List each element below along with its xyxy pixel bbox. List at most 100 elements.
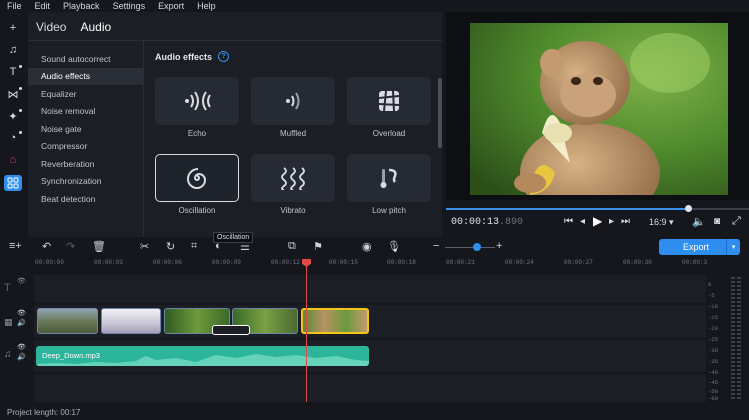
meter-tick: -30: [708, 347, 718, 354]
next-frame-icon[interactable]: ▸: [609, 216, 614, 227]
skip-end-icon[interactable]: ⏭: [621, 216, 630, 227]
effects-panel: Video Audio Sound autocorrect Audio effe…: [28, 12, 442, 237]
effects-header-label: Audio effects: [155, 51, 213, 62]
playback-progress-fill: [446, 208, 689, 210]
category-reverberation[interactable]: Reverberation: [28, 155, 143, 173]
effect-vibrato-label: Vibrato: [280, 206, 306, 215]
meter-tick: -25: [708, 336, 718, 343]
low-pitch-icon: [380, 168, 397, 188]
timecode-main: 00:00:13: [451, 217, 500, 228]
redo-icon[interactable]: ↷: [66, 240, 75, 253]
ruler-tick: 00:00:03: [94, 259, 123, 266]
menu-help[interactable]: Help: [197, 1, 216, 11]
effect-overload[interactable]: [347, 77, 431, 125]
titles-icon[interactable]: T: [3, 64, 23, 80]
category-beat-detection[interactable]: Beat detection: [28, 190, 143, 208]
aspect-ratio-select[interactable]: 16:9 ▾: [649, 217, 674, 228]
snapshot-icon[interactable]: ◙: [714, 216, 720, 227]
timeline-ruler[interactable]: 00:00:00 00:00:03 00:00:06 00:00:09 00:0…: [34, 257, 714, 271]
meter-tick: -60: [708, 395, 718, 402]
delete-icon[interactable]: 🗑: [92, 240, 106, 253]
text-track[interactable]: [34, 275, 706, 303]
playback-progress-bar[interactable]: [446, 205, 749, 212]
project-length: Project length: 00:17: [7, 408, 81, 417]
category-equalizer[interactable]: Equalizer: [28, 85, 143, 103]
effect-low-pitch-label: Low pitch: [372, 206, 406, 215]
export-button[interactable]: Export ▾: [659, 239, 740, 255]
effect-oscillation[interactable]: [155, 154, 239, 202]
empty-track[interactable]: [34, 374, 706, 402]
menu-settings[interactable]: Settings: [113, 1, 146, 11]
menu-edit[interactable]: Edit: [35, 1, 51, 11]
video-clip-selected[interactable]: [301, 308, 369, 334]
transitions-icon[interactable]: ⋈: [3, 86, 23, 102]
video-visibility-icon[interactable]: 👁: [17, 309, 26, 317]
help-icon[interactable]: ?: [218, 51, 230, 62]
volume-icon[interactable]: 🔈: [692, 215, 706, 228]
record-voice-icon[interactable]: ◉: [362, 240, 372, 253]
video-mute-icon[interactable]: 🔊: [17, 319, 26, 327]
magic-wand-icon[interactable]: ✦: [3, 108, 23, 124]
meter-tick: -40: [708, 369, 718, 376]
tab-video[interactable]: Video: [36, 20, 66, 34]
play-icon[interactable]: ▶: [593, 214, 602, 228]
export-dropdown-icon[interactable]: ▾: [726, 239, 740, 255]
tab-audio[interactable]: Audio: [80, 20, 111, 34]
transition-marker[interactable]: [212, 325, 250, 335]
cut-icon[interactable]: ✂: [140, 240, 149, 253]
status-bar: Project length: 00:17: [0, 405, 749, 420]
aspect-ratio-value: 16:9: [649, 217, 667, 227]
microphone-icon[interactable]: 🎙: [387, 240, 401, 253]
rotate-icon[interactable]: ↻: [166, 240, 175, 253]
meter-tick: -35: [708, 358, 718, 365]
add-track-icon[interactable]: ≡+: [9, 240, 22, 252]
category-synchronization[interactable]: Synchronization: [28, 173, 143, 191]
marker-icon[interactable]: ⚑: [313, 240, 323, 253]
effect-low-pitch[interactable]: [347, 154, 431, 202]
panel-scrollbar[interactable]: [438, 78, 442, 148]
category-sound-autocorrect[interactable]: Sound autocorrect: [28, 50, 143, 68]
zoom-out-icon[interactable]: −: [433, 240, 439, 252]
stickers-icon[interactable]: ⌂: [3, 152, 23, 168]
video-clip[interactable]: [37, 308, 98, 334]
effect-vibrato[interactable]: [251, 154, 335, 202]
undo-icon[interactable]: ↶: [42, 240, 51, 253]
video-clip[interactable]: [101, 308, 161, 334]
ruler-tick: 00:00:15: [329, 259, 358, 266]
category-noise-gate[interactable]: Noise gate: [28, 120, 143, 138]
add-media-icon[interactable]: +: [3, 20, 23, 36]
zoom-in-icon[interactable]: +: [496, 240, 502, 252]
category-audio-effects[interactable]: Audio effects: [28, 67, 143, 85]
zoom-slider[interactable]: [445, 247, 495, 248]
preview-image: [470, 23, 728, 195]
effect-muffled[interactable]: [251, 77, 335, 125]
menu-file[interactable]: File: [7, 1, 22, 11]
category-compressor[interactable]: Compressor: [28, 138, 143, 156]
ruler-tick: 00:00:12: [271, 259, 300, 266]
menu-export[interactable]: Export: [158, 1, 184, 11]
audio-visibility-icon[interactable]: 👁: [17, 343, 26, 351]
fullscreen-icon[interactable]: ⤢: [732, 215, 741, 228]
panel-tabs: Video Audio: [36, 20, 111, 34]
playhead[interactable]: [306, 260, 307, 402]
zoom-slider-knob[interactable]: [473, 243, 481, 251]
clock-icon[interactable]: ◔: [3, 130, 23, 146]
ruler-tick: 00:00:06: [153, 259, 182, 266]
crop-icon[interactable]: ⌗: [191, 240, 197, 253]
more-tools-icon[interactable]: [4, 175, 22, 191]
audio-level-meter: 0 -5 -10 -15 -20 -25 -30 -35 -40 -45 -50…: [706, 271, 749, 402]
meter-tick: -15: [708, 314, 718, 321]
category-noise-removal[interactable]: Noise removal: [28, 103, 143, 121]
track-visibility-icon[interactable]: 👁: [17, 277, 26, 285]
menu-playback[interactable]: Playback: [63, 1, 100, 11]
text-track-icon: T: [4, 282, 11, 294]
audio-mute-icon[interactable]: 🔊: [17, 353, 26, 361]
effect-overload-label: Overload: [372, 129, 406, 138]
effect-echo[interactable]: [155, 77, 239, 125]
prev-frame-icon[interactable]: ◂: [580, 216, 585, 227]
pip-icon[interactable]: ⧉: [288, 240, 296, 253]
music-icon[interactable]: ♫: [3, 42, 23, 58]
audio-clip[interactable]: Deep_Down.mp3: [36, 346, 369, 366]
skip-start-icon[interactable]: ⏮: [564, 216, 573, 227]
playback-progress-knob[interactable]: [685, 205, 693, 212]
